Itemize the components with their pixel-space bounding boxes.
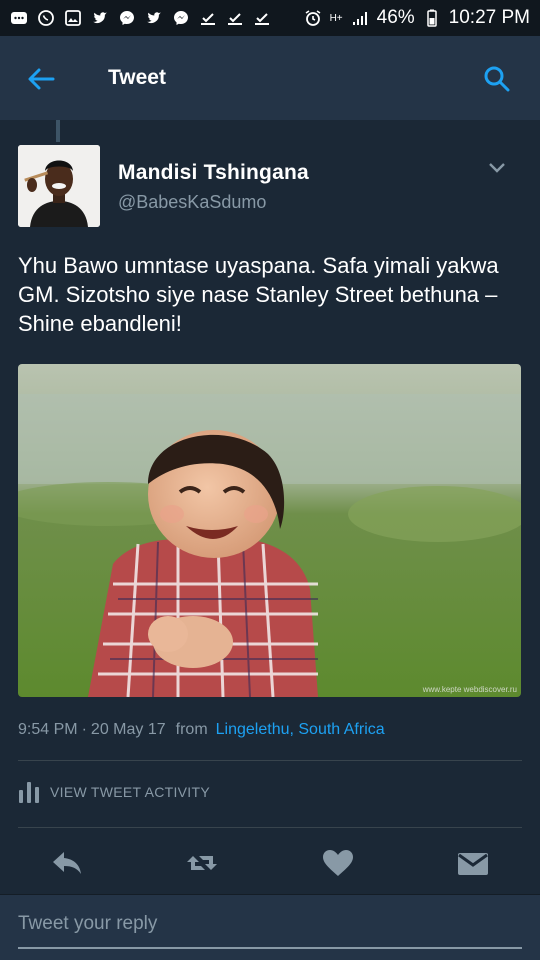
display-name[interactable]: Mandisi Tshingana [118,161,309,185]
activity-label: VIEW TWEET ACTIVITY [50,784,210,800]
message-icon [10,9,28,27]
messenger-icon-2 [172,9,190,27]
tweet-options-button[interactable] [484,157,510,179]
status-bar: H+ 46% 10:27 PM [0,0,540,36]
whatsapp-icon [37,9,55,27]
clock: 10:27 PM [448,7,530,28]
retweet-button[interactable] [182,843,222,883]
like-button[interactable] [318,843,358,883]
reply-composer: Tweet your reply [0,894,540,960]
thread-connector [56,120,60,142]
search-icon [484,66,510,92]
avatar[interactable] [18,145,100,227]
analytics-icon [19,782,39,803]
battery-icon [423,9,441,27]
tweet-media-image[interactable]: www.kepte webdiscover.ru [18,364,521,697]
envelope-icon [458,853,488,875]
tweet-text: Yhu Bawo umntase uyaspana. Safa yimali y… [18,253,499,336]
heart-icon [323,850,353,876]
app-header: Tweet [0,36,540,120]
direct-message-button[interactable] [453,843,493,883]
messenger-icon [118,9,136,27]
page-title: Tweet [108,66,166,89]
alarm-icon [304,9,322,27]
download-done-icon [199,9,217,27]
reply-input-underline [18,947,522,949]
download-done-icon-3 [253,9,271,27]
notification-icons [10,9,304,27]
view-tweet-activity-button[interactable]: VIEW TWEET ACTIVITY [18,780,210,804]
from-label: from [175,721,208,738]
chevron-down-icon [489,163,505,173]
back-arrow-icon [28,68,55,90]
divider [18,827,522,828]
back-button[interactable] [24,63,58,95]
twitter-bird-icon [91,9,109,27]
signal-icon [351,9,369,27]
tweet-actions-bar [0,843,540,887]
twitter-bird-icon-2 [145,9,163,27]
battery-percent: 46% [376,7,415,28]
reply-button[interactable] [47,843,87,883]
tweet-metadata: 9:54 PM · 20 May 17 from Lingelethu, Sou… [18,721,385,739]
reply-icon [53,852,81,874]
network-type-label: H+ [329,12,343,24]
user-handle[interactable]: @BabesKaSdumo [118,192,266,213]
download-done-icon-2 [226,9,244,27]
gallery-icon [64,9,82,27]
image-watermark: www.kepte webdiscover.ru [422,685,517,694]
divider [18,760,522,761]
search-button[interactable] [480,62,514,96]
reply-input[interactable]: Tweet your reply [18,913,157,935]
meta-separator: · [81,721,87,738]
tweet-date: 20 May 17 [90,721,166,738]
tweet-time: 9:54 PM [18,721,78,738]
retweet-icon [187,856,217,870]
tweet-location-link[interactable]: Lingelethu, South Africa [216,721,385,739]
